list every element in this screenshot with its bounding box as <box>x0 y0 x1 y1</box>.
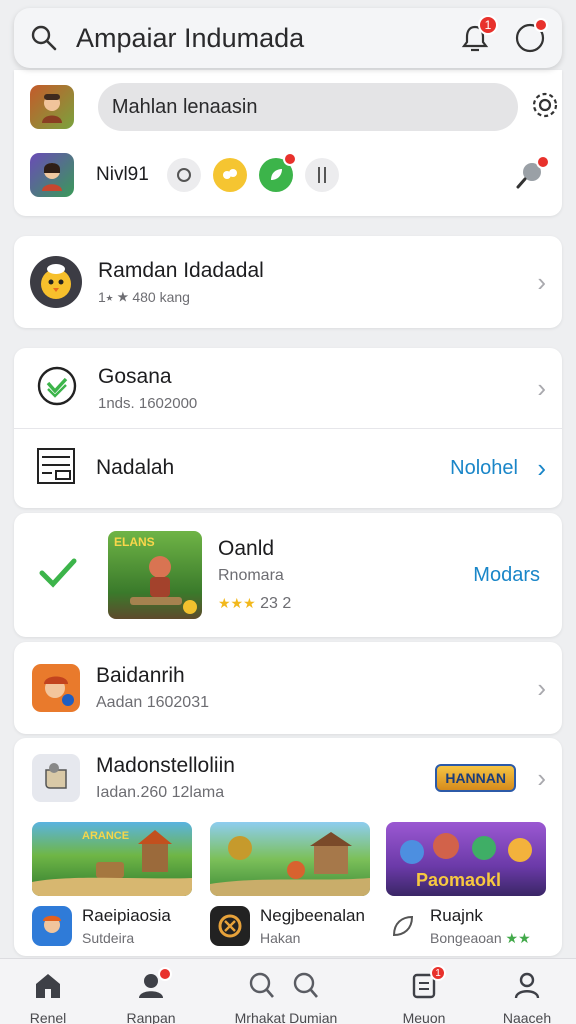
collection-banner[interactable]: HANNAN <box>435 764 516 792</box>
person-icon <box>136 967 172 1004</box>
home-icon <box>33 971 63 1004</box>
collection-item-name: Negjbeenalan <box>260 906 365 925</box>
featured-name: Ramdan Idadadal <box>98 258 264 282</box>
notification-bell-icon[interactable]: 1 <box>460 15 498 53</box>
leaf-chip-icon[interactable] <box>258 152 297 192</box>
player-meta: Aadan 1602031 <box>96 694 209 711</box>
collection-thumb[interactable]: Paomaokl <box>386 822 546 896</box>
fork-chip-icon[interactable] <box>304 158 339 192</box>
list-item[interactable]: Nadalah Nolohel › <box>14 428 562 508</box>
collection-item-icon <box>32 906 72 946</box>
nav-badge <box>158 967 172 981</box>
game-rating: 23 2 <box>260 595 292 612</box>
nav-inbox[interactable]: 1 Meuon <box>386 959 462 1024</box>
search-input-value: Mahlan lenaasin <box>111 95 258 118</box>
nav-search[interactable]: Mrhakat Dumian <box>226 959 346 1024</box>
status-ring-icon[interactable] <box>514 18 548 54</box>
level-label: Nivl91 <box>96 164 149 185</box>
game-action-link[interactable]: Modars <box>473 564 540 587</box>
collection-thumb-label: Paomaokl <box>416 870 502 890</box>
pin-search-icon[interactable] <box>514 155 550 191</box>
profile-card: Mahlan lenaasin Nivl91 <box>14 70 562 216</box>
collection-thumb[interactable]: ARANCE <box>32 822 192 896</box>
nav-label: Ranpan <box>126 1010 176 1024</box>
featured-meta: 1⭑ ★ 480 kang <box>98 288 190 305</box>
banner-text: HANNAN <box>445 770 506 786</box>
featured-card[interactable]: Ramdan Idadadal 1⭑ ★ 480 kang › <box>14 236 562 328</box>
settings-list-card: Gosana 1nds. 1602000 › Nadalah Nolohel › <box>14 348 562 508</box>
rating-stars: ★★ <box>505 929 531 946</box>
chevron-right-icon[interactable]: › <box>537 267 546 298</box>
nav-home[interactable]: Renel <box>16 959 80 1024</box>
collection-item-icon <box>210 906 250 946</box>
game-genre: Rnomara <box>218 567 284 584</box>
collection-thumb[interactable] <box>210 822 370 896</box>
chevron-right-icon[interactable]: › <box>537 373 546 404</box>
user-avatar[interactable] <box>30 85 74 129</box>
nav-label: Mrhakat Dumian <box>234 1010 338 1024</box>
player-avatar[interactable] <box>30 153 74 197</box>
game-card[interactable]: ELANS Oanld Rnomara ★★★ 23 2 Modars <box>14 513 562 637</box>
collection-item-name: Raeipiaosia <box>82 906 171 925</box>
nav-label: Meuon <box>402 1010 446 1024</box>
collection-item-sub: Sutdeira <box>82 930 135 946</box>
player-card[interactable]: Baidanrih Aadan 1602031 › <box>14 642 562 734</box>
player-avatar <box>32 664 80 712</box>
chevron-right-icon[interactable]: › <box>537 763 546 794</box>
nav-label: Naaceh <box>502 1010 552 1024</box>
status-dot <box>534 18 548 32</box>
collection-name: Madonstelloliin <box>96 754 235 777</box>
search-icon[interactable] <box>30 24 58 52</box>
coin-chip-icon[interactable] <box>212 158 247 192</box>
nav-account[interactable]: Naaceh <box>494 959 560 1024</box>
collection-item-sub: Hakan <box>260 930 301 946</box>
collection-item-name: Ruajnk <box>430 905 483 925</box>
settings-gear-icon[interactable] <box>528 88 562 127</box>
notification-badge: 1 <box>478 15 498 35</box>
chick-avatar <box>30 256 82 308</box>
player-name: Baidanrih <box>96 664 185 687</box>
list-item-link[interactable]: Nolohel <box>450 457 518 480</box>
user-outline-icon <box>512 971 542 1004</box>
search-input[interactable]: Mahlan lenaasin <box>97 83 518 131</box>
collection-item[interactable]: Negjbeenalan Hakan <box>210 902 380 950</box>
shield-check-icon <box>36 365 78 412</box>
game-thumbnail[interactable]: ELANS <box>108 531 202 619</box>
grid-list-icon <box>36 447 76 490</box>
bottom-navigation: Renel Ranpan Mrhakat Dumian 1 Meuon Naac… <box>0 958 576 1024</box>
scroll-avatar <box>32 754 80 802</box>
nav-profile[interactable]: Ranpan <box>116 959 186 1024</box>
rating-stars: ★★★ <box>218 595 256 611</box>
clipboard-icon: 1 <box>410 965 446 1004</box>
collection-meta: Iadan.260 12lama <box>96 784 225 801</box>
nav-badge: 1 <box>430 965 446 981</box>
chevron-right-icon[interactable]: › <box>537 453 546 484</box>
pin-badge <box>536 155 550 169</box>
collection-card: Madonstelloliin Iadan.260 12lama HANNAN … <box>14 738 562 956</box>
leaf-chip-badge <box>282 152 297 166</box>
chevron-right-icon[interactable]: › <box>537 673 546 704</box>
top-search-bar[interactable]: Ampaiar Indumada 1 <box>14 8 562 68</box>
leaf-outline-icon <box>386 911 420 941</box>
collection-header[interactable]: Madonstelloliin Iadan.260 12lama HANNAN … <box>14 738 562 818</box>
collection-item[interactable]: Raeipiaosia Sutdeira <box>32 902 202 950</box>
list-item-name: Gosana <box>98 364 172 388</box>
list-item-name: Nadalah <box>96 456 175 479</box>
list-item[interactable]: Gosana 1nds. 1602000 › <box>14 348 562 428</box>
green-check-icon <box>38 553 78 598</box>
search-pair-icon <box>246 971 326 1004</box>
app-title: Ampaiar Indumada <box>76 22 305 53</box>
collection-item[interactable]: Ruajnk Bongeaoan ★★ <box>386 902 556 950</box>
circle-chip-icon[interactable] <box>166 158 201 192</box>
nav-label: Renel <box>29 1010 67 1024</box>
game-name: Oanld <box>218 537 275 560</box>
list-item-meta: 1nds. 1602000 <box>98 394 198 412</box>
collection-item-sub: Bongeaoan <box>430 929 502 946</box>
